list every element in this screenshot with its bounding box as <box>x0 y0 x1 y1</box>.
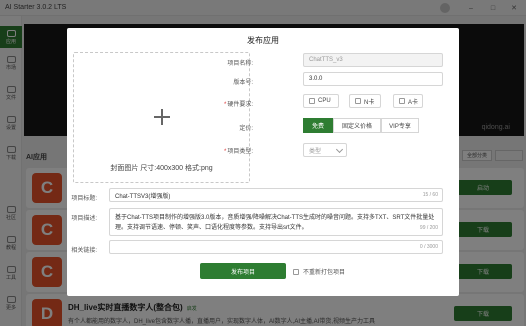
title-char-count: 15 / 60 <box>422 192 438 198</box>
project-name-label: 项目名称: <box>227 61 253 67</box>
version-field[interactable]: 3.0.0 <box>303 72 443 86</box>
title-field-value: Chat-TTSV3(增强版) <box>115 193 171 200</box>
description-field-value: 基于Chat-TTS项目制作的增强版3.0版本，音质增强/降噪解决Chat-TT… <box>115 215 435 231</box>
required-mark: * <box>223 149 227 155</box>
type-select[interactable]: 类型 <box>303 143 347 157</box>
description-char-count: 99 / 200 <box>419 225 438 231</box>
checkbox-icon <box>309 98 315 104</box>
type-label: *项目类型: <box>199 146 253 155</box>
publish-button[interactable]: 发布项目 <box>200 263 286 279</box>
description-field[interactable]: 基于Chat-TTS项目制作的增强版3.0版本，音质增强/降噪解决Chat-TT… <box>109 208 443 236</box>
link-field[interactable]: 0 / 3000 <box>109 240 443 254</box>
cover-upload-label: 封面图片 尺寸:400x300 格式:png <box>110 165 213 172</box>
no-repack-label: 不重新打包项目 <box>303 270 346 276</box>
hardware-label-text: 硬件要求: <box>227 102 253 108</box>
description-label: 项目描述: <box>71 216 97 222</box>
version-label: 版本号: <box>233 80 253 86</box>
checkbox-label: A卡 <box>408 99 419 106</box>
checkbox-label: N卡 <box>364 99 375 106</box>
checkbox-icon <box>355 98 361 104</box>
required-mark: * <box>223 102 227 108</box>
publish-dialog: 发布应用 封面图片 尺寸:400x300 格式:png 项目名称: ChatTT… <box>67 28 459 296</box>
checkbox-icon <box>293 268 299 275</box>
title-field[interactable]: Chat-TTSV3(增强版) 15 / 60 <box>109 188 443 202</box>
pricing-vip-option[interactable]: VIP专享 <box>381 118 419 133</box>
no-repack-checkbox[interactable]: 不重新打包项目 <box>293 267 345 276</box>
pricing-label: 定价: <box>239 126 253 132</box>
hardware-cpu-checkbox[interactable]: CPU <box>303 94 339 108</box>
type-select-placeholder: 类型 <box>309 148 322 155</box>
title-label: 项目标题: <box>71 196 97 202</box>
pricing-fixed-option[interactable]: 固定义价格 <box>333 118 381 133</box>
dialog-title: 发布应用 <box>247 36 279 45</box>
link-label: 相关链接: <box>71 248 97 254</box>
hardware-nvidia-checkbox[interactable]: N卡 <box>349 94 381 108</box>
cover-upload[interactable]: 封面图片 尺寸:400x300 格式:png <box>73 52 250 183</box>
project-name-field[interactable]: ChatTTS_v3 <box>303 53 443 67</box>
hardware-label: *硬件要求: <box>199 99 253 108</box>
pricing-free-option[interactable]: 免费 <box>303 118 333 133</box>
hardware-amd-checkbox[interactable]: A卡 <box>393 94 423 108</box>
chevron-down-icon <box>335 145 344 154</box>
checkbox-icon <box>399 98 405 104</box>
type-label-text: 项目类型: <box>227 149 253 155</box>
link-char-count: 0 / 3000 <box>419 244 438 250</box>
plus-icon <box>154 109 170 125</box>
checkbox-label: CPU <box>318 98 331 104</box>
